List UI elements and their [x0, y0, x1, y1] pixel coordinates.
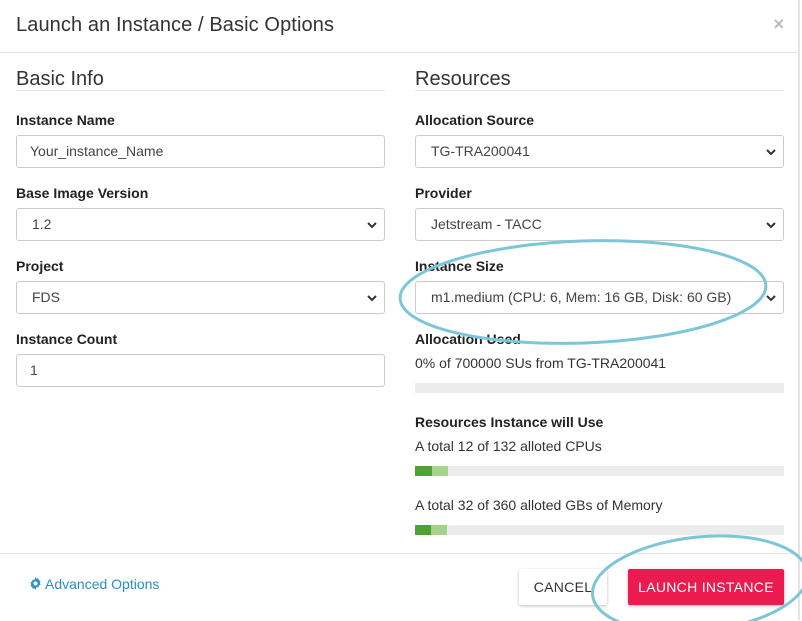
chevron-down-icon [367, 295, 377, 302]
project-label: Project [16, 258, 64, 274]
cpu-usage-bar [415, 466, 784, 476]
base-image-version-label: Base Image Version [16, 185, 149, 201]
instance-name-input[interactable]: Your_instance_Name [16, 135, 385, 168]
instance-name-label: Instance Name [16, 112, 115, 128]
allocation-used-bar [415, 383, 784, 393]
instance-size-select[interactable]: m1.medium (CPU: 6, Mem: 16 GB, Disk: 60 … [415, 281, 784, 314]
instance-size-value: m1.medium (CPU: 6, Mem: 16 GB, Disk: 60 … [431, 289, 732, 305]
cancel-button[interactable]: CANCEL [519, 569, 607, 605]
memory-usage-text: A total 32 of 360 alloted GBs of Memory [415, 497, 663, 513]
cpu-added-fill [431, 466, 449, 476]
chevron-down-icon [766, 222, 776, 229]
close-icon[interactable]: × [773, 14, 784, 35]
allocation-source-value: TG-TRA200041 [431, 143, 530, 159]
gear-icon [30, 577, 41, 590]
allocation-used-text: 0% of 700000 SUs from TG-TRA200041 [415, 355, 667, 371]
memory-usage-bar [415, 525, 784, 535]
dialog-footer: Advanced Options CANCEL LAUNCH INSTANCE [0, 553, 800, 620]
chevron-down-icon [766, 295, 776, 302]
dialog-title: Launch an Instance / Basic Options [16, 14, 335, 36]
resources-divider [415, 90, 784, 91]
chevron-down-icon [766, 149, 776, 156]
resources-heading: Resources [415, 68, 511, 90]
launch-instance-dialog: Launch an Instance / Basic Options × Bas… [0, 0, 800, 620]
basic-info-divider [16, 90, 385, 91]
instance-count-label: Instance Count [16, 331, 118, 347]
base-image-version-value: 1.2 [32, 216, 52, 232]
launch-instance-button[interactable]: LAUNCH INSTANCE [628, 569, 784, 605]
advanced-options-link[interactable]: Advanced Options [29, 576, 159, 592]
provider-value: Jetstream - TACC [431, 216, 542, 232]
instance-size-label: Instance Size [415, 258, 504, 274]
dialog-header: Launch an Instance / Basic Options × [0, 0, 800, 53]
provider-label: Provider [415, 185, 472, 201]
instance-count-input[interactable]: 1 [16, 354, 385, 387]
advanced-options-label: Advanced Options [45, 576, 160, 592]
memory-current-fill [415, 525, 432, 535]
project-select[interactable]: FDS [16, 281, 385, 314]
memory-added-fill [431, 525, 448, 535]
base-image-version-select[interactable]: 1.2 [16, 208, 385, 241]
chevron-down-icon [367, 222, 377, 229]
allocation-source-label: Allocation Source [415, 112, 535, 128]
cpu-usage-text: A total 12 of 132 alloted CPUs [415, 438, 602, 454]
project-value: FDS [32, 289, 60, 305]
resources-will-use-label: Resources Instance will Use [415, 414, 604, 430]
allocation-used-label: Allocation Used [415, 331, 521, 347]
basic-info-heading: Basic Info [16, 68, 104, 90]
allocation-source-select[interactable]: TG-TRA200041 [415, 135, 784, 168]
cpu-current-fill [415, 466, 432, 476]
provider-select[interactable]: Jetstream - TACC [415, 208, 784, 241]
